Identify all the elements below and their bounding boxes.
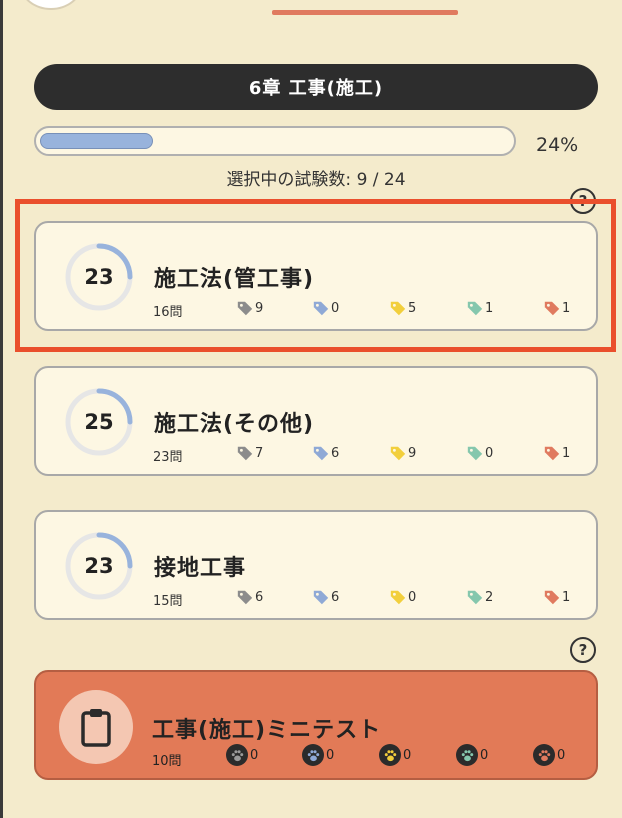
tag-count: 6 (255, 589, 264, 605)
clipboard-icon-badge (59, 690, 133, 764)
yellow-tag-icon (390, 590, 406, 605)
exam-card-title: 施工法(その他) (154, 412, 315, 437)
tag-count: 6 (331, 589, 340, 605)
tag-count: 1 (562, 589, 571, 605)
paw-icon (456, 744, 478, 766)
green-tag-icon (467, 446, 483, 461)
tag-count: 2 (485, 589, 494, 605)
active-tab-indicator (272, 10, 458, 15)
tag-gray: 7 (236, 444, 263, 462)
gray-tag-icon (237, 590, 253, 605)
paw-count: 0 (250, 747, 259, 763)
paw-green: 0 (456, 744, 488, 766)
minitest-card[interactable]: 工事(施工)ミニテスト 10問 0 0 0 0 0 (34, 670, 598, 780)
exam-card[interactable]: 25 施工法(その他) 23問 7 6 9 0 1 (34, 366, 598, 476)
gray-tag-icon (237, 446, 253, 461)
paw-count: 0 (557, 747, 566, 763)
paw-icon (533, 744, 555, 766)
tag-count: 6 (331, 445, 340, 461)
question-count: 23問 (153, 450, 183, 465)
paw-yellow: 0 (379, 744, 411, 766)
selected-exam-count: 選択中の試験数: 9 / 24 (226, 170, 406, 190)
tag-red: 1 (543, 588, 570, 606)
clipboard-icon (81, 709, 111, 747)
progress-percent: 24% (536, 134, 579, 156)
help-icon-glyph: ? (578, 641, 588, 659)
red-tag-icon (544, 446, 560, 461)
progress-ring-number: 25 (84, 410, 114, 434)
left-edge-stripe (0, 0, 3, 818)
exam-card-title: 接地工事 (154, 556, 247, 581)
tag-count: 9 (408, 445, 417, 461)
tag-gray: 6 (236, 588, 263, 606)
tag-green: 0 (466, 444, 493, 462)
paw-blue: 0 (302, 744, 334, 766)
red-tag-icon (544, 590, 560, 605)
exam-card[interactable]: 23 接地工事 15問 6 6 0 2 1 (34, 510, 598, 620)
tag-yellow: 9 (389, 444, 416, 462)
paw-icon (302, 744, 324, 766)
yellow-tag-icon (390, 446, 406, 461)
paw-icon (379, 744, 401, 766)
chapter-title: 6章 工事(施工) (34, 64, 598, 110)
question-count: 15問 (153, 594, 183, 609)
avatar[interactable] (20, 0, 82, 10)
progress-bar-fill (40, 133, 153, 149)
blue-tag-icon (313, 446, 329, 461)
help-icon[interactable]: ? (570, 637, 596, 663)
tag-count: 7 (255, 445, 264, 461)
progress-bar (34, 126, 516, 156)
paw-count: 0 (326, 747, 335, 763)
paw-count: 0 (403, 747, 412, 763)
blue-tag-icon (313, 590, 329, 605)
question-count: 10問 (152, 754, 182, 769)
chapter-title-text: 6章 工事(施工) (248, 78, 384, 99)
tag-count: 0 (485, 445, 494, 461)
tag-blue: 6 (312, 444, 339, 462)
paw-gray: 0 (226, 744, 258, 766)
paw-red: 0 (533, 744, 565, 766)
tag-yellow: 0 (389, 588, 416, 606)
tag-green: 2 (466, 588, 493, 606)
tag-blue: 6 (312, 588, 339, 606)
highlight-box (15, 199, 616, 352)
paw-count: 0 (480, 747, 489, 763)
paw-icon (226, 744, 248, 766)
progress-ring-number: 23 (84, 554, 114, 578)
green-tag-icon (467, 590, 483, 605)
tag-count: 0 (408, 589, 417, 605)
tag-count: 1 (562, 445, 571, 461)
minitest-title: 工事(施工)ミニテスト (152, 718, 382, 743)
tag-red: 1 (543, 444, 570, 462)
